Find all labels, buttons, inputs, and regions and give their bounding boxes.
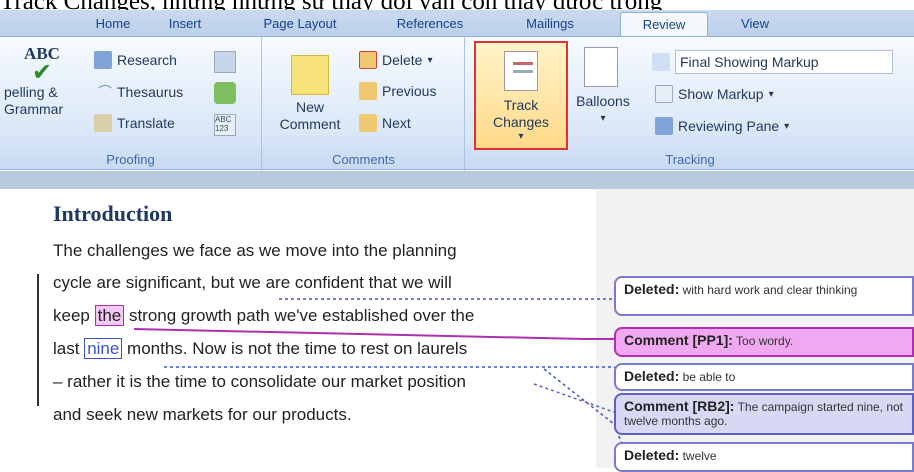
translate-button[interactable]: Translate [94, 114, 175, 132]
display-review-icon [652, 53, 670, 71]
comment-balloon[interactable]: Comment [PP1]: Too wordy. [614, 327, 914, 357]
balloon-title: Deleted: [624, 281, 680, 297]
next-comment-icon [359, 114, 377, 132]
new-comment-icon [291, 55, 329, 95]
balloon-title: Comment [RB2]: [624, 398, 735, 414]
balloons-icon [584, 47, 618, 87]
proofing-group: ABC ✔ pelling & Grammar Research ⌒ Thesa… [0, 37, 262, 171]
delete-comment-button[interactable]: Delete ▾ [359, 51, 433, 69]
research-icon [94, 51, 112, 69]
word-count-icon[interactable]: ABC 123 [214, 114, 236, 136]
thesaurus-button[interactable]: ⌒ Thesaurus [98, 82, 183, 102]
thesaurus-label: Thesaurus [117, 84, 184, 100]
checkmark-icon: ✔ [31, 59, 53, 86]
tab-view[interactable]: View [720, 12, 790, 36]
chevron-down-icon: ▾ [600, 113, 606, 124]
previous-comment-icon [359, 82, 377, 100]
delete-comment-label: Delete [382, 52, 423, 68]
previous-comment-button[interactable]: Previous [359, 82, 436, 100]
comments-group-label: Comments [332, 152, 395, 167]
chevron-down-icon: ▾ [768, 88, 774, 100]
translate-icon [94, 114, 112, 132]
spelling-grammar-label: pelling & Grammar [4, 84, 64, 117]
balloon-text: Too wordy. [736, 334, 794, 348]
delete-comment-icon [359, 51, 377, 69]
tab-insert[interactable]: Insert [150, 12, 220, 36]
tab-page-layout[interactable]: Page Layout [245, 12, 355, 36]
show-markup-icon [655, 85, 673, 103]
tab-mailings[interactable]: Mailings [505, 12, 595, 36]
balloon-text: with hard work and clear thinking [682, 283, 858, 297]
display-for-review[interactable]: Final Showing Markup [652, 50, 893, 74]
balloons-button[interactable]: Balloons ▾ [572, 47, 634, 127]
chevron-down-icon: ▾ [784, 120, 790, 132]
display-review-select[interactable]: Final Showing Markup [675, 50, 893, 74]
reviewing-pane-label: Reviewing Pane [678, 118, 780, 134]
balloon-text: be able to [682, 370, 736, 384]
proofing-group-label: Proofing [106, 152, 155, 167]
show-markup-label: Show Markup [678, 86, 764, 102]
ribbon: ABC ✔ pelling & Grammar Research ⌒ Thesa… [0, 36, 914, 171]
set-language-icon[interactable] [214, 82, 236, 104]
tab-references[interactable]: References [375, 12, 485, 36]
comment-balloon[interactable]: Comment [RB2]: The campaign started nine… [614, 393, 914, 435]
reviewing-pane-button[interactable]: Reviewing Pane ▾ [655, 117, 789, 135]
previous-comment-label: Previous [382, 83, 437, 99]
deleted-balloon[interactable]: Deleted: be able to [614, 363, 914, 391]
track-changes-button[interactable]: Track Changes ▾ [474, 41, 568, 150]
tab-review[interactable]: Review [620, 12, 708, 36]
document-gutter [0, 171, 914, 189]
ribbon-tab-bar: Home Insert Page Layout References Maili… [0, 10, 914, 36]
reviewing-pane-icon [655, 117, 673, 135]
balloon-title: Comment [PP1]: [624, 332, 733, 348]
thesaurus-icon: ⌒ [98, 84, 112, 100]
show-markup-button[interactable]: Show Markup ▾ [655, 85, 774, 103]
balloon-title: Deleted: [624, 368, 680, 384]
tracking-group-label: Tracking [665, 152, 715, 167]
spelling-grammar-button[interactable]: ABC ✔ pelling & Grammar [4, 45, 80, 118]
chevron-down-icon: ▾ [518, 131, 524, 142]
translate-label: Translate [117, 115, 175, 131]
next-comment-button[interactable]: Next [359, 114, 411, 132]
new-comment-button[interactable]: New Comment [275, 55, 345, 133]
chevron-down-icon: ▾ [427, 54, 433, 66]
comments-group: New Comment Delete ▾ Previous Next Comme… [263, 37, 465, 171]
new-comment-label: New Comment [279, 99, 341, 132]
deleted-balloon[interactable]: Deleted: with hard work and clear thinki… [614, 276, 914, 316]
balloon-text: twelve [682, 449, 717, 463]
balloons-label: Balloons [576, 93, 630, 109]
next-comment-label: Next [382, 115, 411, 131]
research-button[interactable]: Research [94, 51, 177, 69]
research-label: Research [117, 52, 177, 68]
tab-home[interactable]: Home [78, 12, 148, 36]
language-icon[interactable] [214, 51, 236, 73]
balloon-title: Deleted: [624, 447, 680, 463]
track-changes-icon [504, 51, 538, 91]
track-changes-label: Track Changes [492, 97, 550, 130]
